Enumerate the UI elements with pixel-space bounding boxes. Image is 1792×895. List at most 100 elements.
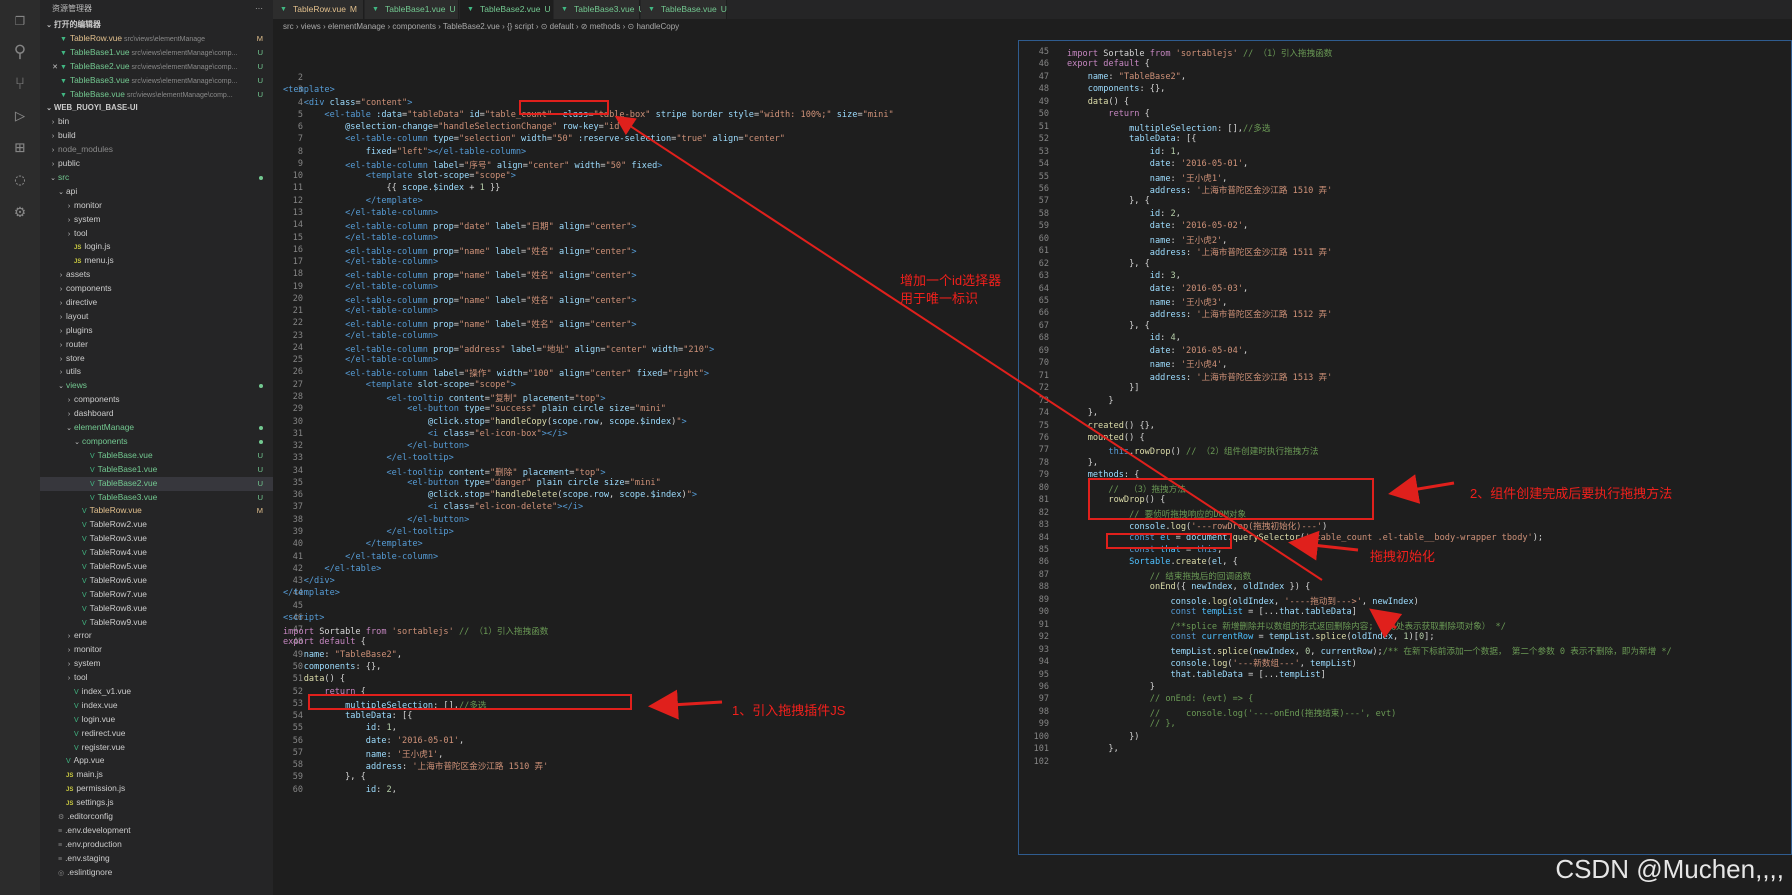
tree-item[interactable]: › error bbox=[40, 629, 273, 643]
tree-item[interactable]: ≡ .env.staging bbox=[40, 852, 273, 866]
tree-item[interactable]: Vindex.vue bbox=[40, 699, 273, 713]
tree-item[interactable]: V App.vue bbox=[40, 754, 273, 768]
chevron-icon[interactable]: › bbox=[48, 158, 58, 171]
tree-item[interactable]: JS main.js bbox=[40, 768, 273, 782]
chevron-icon[interactable]: › bbox=[48, 116, 58, 129]
tree-item[interactable]: › system bbox=[40, 213, 273, 227]
chevron-icon[interactable]: › bbox=[56, 283, 66, 296]
tree-item[interactable]: V TableBase2.vue U bbox=[40, 476, 273, 491]
tab-tablerow-vue[interactable]: ▼ TableRow.vue M bbox=[273, 0, 364, 19]
explorer-icon[interactable]: ❐ bbox=[8, 8, 32, 32]
tree-item[interactable]: › utils bbox=[40, 365, 273, 379]
tree-item[interactable]: › components bbox=[40, 393, 273, 407]
tree-item[interactable]: › public bbox=[40, 157, 273, 171]
chevron-icon[interactable]: › bbox=[56, 353, 66, 366]
tree-item[interactable]: › node_modules bbox=[40, 143, 273, 157]
chevron-icon[interactable]: › bbox=[64, 630, 74, 643]
tree-item[interactable]: › system bbox=[40, 657, 273, 671]
chevron-icon[interactable]: › bbox=[56, 297, 66, 310]
tree-item[interactable]: ≡ .env.development bbox=[40, 824, 273, 838]
more-actions-icon[interactable]: ··· bbox=[255, 0, 263, 18]
source-control-icon[interactable]: ⑂ bbox=[8, 72, 32, 96]
tree-item[interactable]: Vredirect.vue bbox=[40, 727, 273, 741]
open-editor-item[interactable]: ▼ TableRow.vue src\views\elementManage M bbox=[40, 32, 273, 46]
chevron-icon[interactable]: › bbox=[64, 644, 74, 657]
tree-item[interactable]: › directive bbox=[40, 296, 273, 310]
tree-icon[interactable]: ⚙ bbox=[8, 200, 32, 224]
tree-item[interactable]: V TableRow2.vue bbox=[40, 518, 273, 532]
tree-item[interactable]: ⌄ api bbox=[40, 185, 273, 199]
tree-item[interactable]: › components bbox=[40, 282, 273, 296]
tree-item[interactable]: JS login.js bbox=[40, 240, 273, 254]
chevron-icon[interactable]: › bbox=[64, 228, 74, 241]
tree-item[interactable]: V TableRow8.vue bbox=[40, 602, 273, 616]
tree-item[interactable]: ≡ .env.production bbox=[40, 838, 273, 852]
tree-item[interactable]: JS permission.js bbox=[40, 782, 273, 796]
tree-item[interactable]: V TableBase3.vue U bbox=[40, 491, 273, 505]
tree-item[interactable]: V TableRow4.vue bbox=[40, 546, 273, 560]
open-editor-item[interactable]: ▼ TableBase1.vue src\views\elementManage\… bbox=[40, 46, 273, 60]
tree-item[interactable]: JS menu.js bbox=[40, 254, 273, 268]
tree-item[interactable]: › dashboard bbox=[40, 407, 273, 421]
tree-item[interactable]: ⌄ elementManage bbox=[40, 421, 273, 435]
tree-item[interactable]: Vlogin.vue bbox=[40, 713, 273, 727]
tree-item[interactable]: ⌄ views bbox=[40, 379, 273, 393]
tree-item[interactable]: › plugins bbox=[40, 324, 273, 338]
tree-item[interactable]: ⚙ .editorconfig bbox=[40, 810, 273, 824]
tree-item[interactable]: V TableRow6.vue bbox=[40, 574, 273, 588]
open-editor-item[interactable]: ✕ ▼ TableBase2.vue src\views\elementManage… bbox=[40, 60, 273, 74]
tab-tablebase-vue[interactable]: ▼ TableBase.vue U bbox=[641, 0, 727, 19]
tree-item[interactable]: › tool bbox=[40, 227, 273, 241]
project-section[interactable]: ⌄ WEB_RUOYI_BASE-UI bbox=[40, 101, 273, 115]
tree-item[interactable]: › layout bbox=[40, 310, 273, 324]
open-editor-item[interactable]: ▼ TableBase3.vue src\views\elementManage\… bbox=[40, 74, 273, 88]
chevron-icon[interactable]: › bbox=[64, 394, 74, 407]
tree-item[interactable]: › monitor bbox=[40, 199, 273, 213]
open-editor-item[interactable]: ▼ TableBase.vue src\views\elementManage\c… bbox=[40, 88, 273, 102]
tree-item[interactable]: JS settings.js bbox=[40, 796, 273, 810]
tree-item[interactable]: ⌄ src bbox=[40, 171, 273, 185]
tree-item[interactable]: › tool bbox=[40, 671, 273, 685]
tab-tablebase3-vue[interactable]: ▼TableBase3.vueU bbox=[554, 0, 645, 19]
tree-item[interactable]: › bin bbox=[40, 115, 273, 129]
tree-item[interactable]: V TableRow.vue M bbox=[40, 504, 273, 518]
chevron-icon[interactable]: › bbox=[48, 130, 58, 143]
breadcrumb[interactable]: src › views › elementManage › components… bbox=[273, 19, 1792, 35]
chevron-icon[interactable]: › bbox=[64, 672, 74, 685]
tree-item[interactable]: › router bbox=[40, 338, 273, 352]
tab-tablebase2-vue[interactable]: ▼ TableBase2.vue U bbox=[460, 0, 553, 19]
tree-item[interactable]: Vregister.vue bbox=[40, 741, 273, 755]
chevron-icon[interactable]: › bbox=[56, 339, 66, 352]
remote-icon[interactable]: ◌ bbox=[8, 168, 32, 192]
search-icon[interactable]: ⚲ bbox=[8, 40, 32, 64]
run-debug-icon[interactable]: ▷ bbox=[8, 104, 32, 128]
chevron-icon[interactable]: › bbox=[56, 325, 66, 338]
tree-item[interactable]: Vindex_v1.vue bbox=[40, 685, 273, 699]
tree-item[interactable]: V TableRow9.vue bbox=[40, 616, 273, 630]
chevron-icon[interactable]: › bbox=[56, 366, 66, 379]
tree-item[interactable]: V TableRow5.vue bbox=[40, 560, 273, 574]
tree-item[interactable]: V TableBase1.vue U bbox=[40, 463, 273, 477]
tree-item[interactable]: V TableBase.vue U bbox=[40, 449, 273, 463]
open-editors-section[interactable]: ⌄ 打开的编辑器 bbox=[40, 18, 273, 32]
tab-tablebase1-vue[interactable]: ▼ TableBase1.vue U bbox=[365, 0, 459, 19]
chevron-icon[interactable]: › bbox=[64, 658, 74, 671]
chevron-icon[interactable]: ⌄ bbox=[48, 172, 58, 185]
chevron-icon[interactable]: ⌄ bbox=[64, 422, 74, 435]
tree-item[interactable]: ◎ .eslintignore bbox=[40, 866, 273, 880]
tree-item[interactable]: V TableRow3.vue bbox=[40, 532, 273, 546]
tree-item[interactable]: V TableRow7.vue bbox=[40, 588, 273, 602]
tree-item[interactable]: › store bbox=[40, 352, 273, 366]
code-editor[interactable]: 2 3 <template> 4 <div class="content"> 5 <el… bbox=[273, 35, 1018, 895]
chevron-icon[interactable]: › bbox=[56, 311, 66, 324]
chevron-icon[interactable]: › bbox=[64, 408, 74, 421]
chevron-icon[interactable]: ⌄ bbox=[56, 186, 66, 199]
tree-item[interactable]: › assets bbox=[40, 268, 273, 282]
tree-item[interactable]: › monitor bbox=[40, 643, 273, 657]
chevron-icon[interactable]: › bbox=[64, 200, 74, 213]
tree-item[interactable]: ⌄ components bbox=[40, 435, 273, 449]
chevron-icon[interactable]: › bbox=[56, 269, 66, 282]
tree-item[interactable]: › build bbox=[40, 129, 273, 143]
chevron-icon[interactable]: › bbox=[64, 214, 74, 227]
chevron-icon[interactable]: ⌄ bbox=[72, 436, 82, 449]
